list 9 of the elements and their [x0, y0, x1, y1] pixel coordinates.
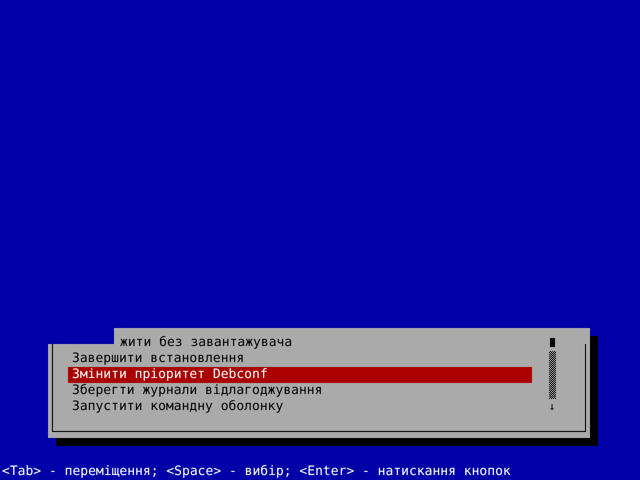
scroll-arrow[interactable]: ↓	[548, 399, 556, 415]
keyboard-help: <Tab> - переміщення; <Space> - вибір; <Enter> - натискання кнопок	[1, 464, 512, 480]
menu-item[interactable]: жити без завантажувача	[116, 335, 532, 351]
scroll-track[interactable]	[548, 351, 556, 399]
menu-item[interactable]: Змінити пріоритет Debconf	[68, 367, 532, 383]
menu-item[interactable]: Запустити командну оболонку	[68, 399, 532, 415]
menu-item[interactable]: Зберегти журнали відлагоджування	[68, 383, 532, 399]
scroll-thumb[interactable]	[550, 338, 554, 347]
menu-item[interactable]: Завершити встановлення	[68, 351, 532, 367]
